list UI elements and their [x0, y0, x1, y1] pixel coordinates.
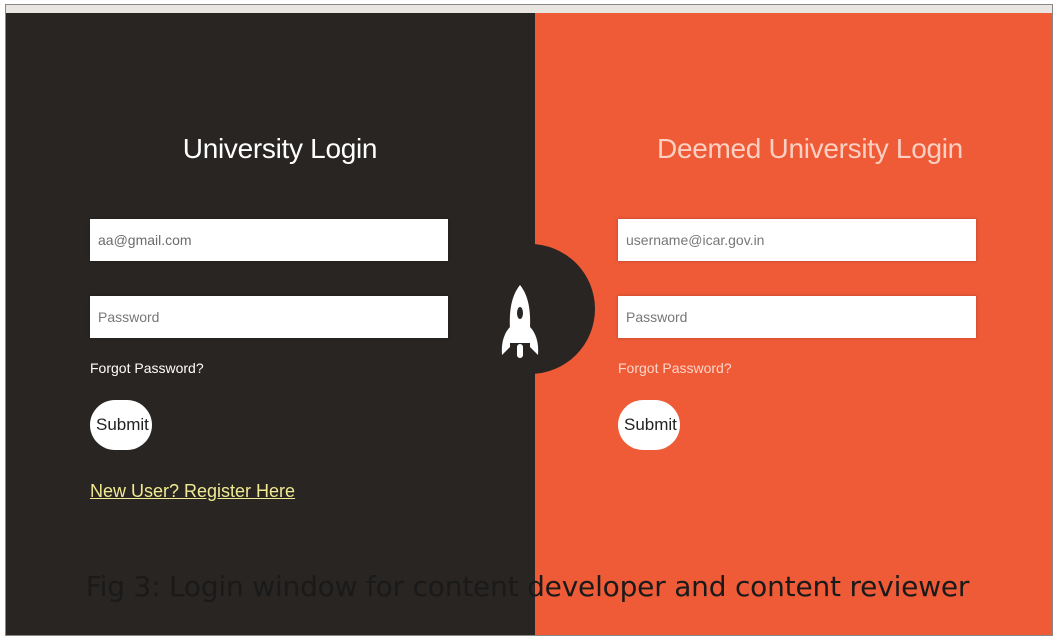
deemed-forgot-password-link[interactable]: Forgot Password?	[618, 360, 732, 376]
register-link[interactable]: New User? Register Here	[90, 481, 295, 502]
figure-caption: Fig 3: Login window for content develope…	[85, 570, 970, 603]
university-login-title: University Login	[182, 133, 378, 164]
top-band	[6, 5, 1052, 13]
login-window-frame: University Login Forgot Password? Submit…	[5, 4, 1053, 636]
rocket-icon	[501, 285, 539, 358]
deemed-password-input[interactable]	[618, 296, 976, 338]
university-password-input[interactable]	[90, 296, 448, 338]
university-login-panel: University Login Forgot Password? Submit…	[6, 13, 535, 635]
university-email-input[interactable]	[90, 219, 448, 261]
university-submit-button[interactable]: Submit	[90, 400, 152, 450]
deemed-university-login-panel: Deemed University Login Forgot Password?…	[535, 13, 1052, 635]
deemed-email-input[interactable]	[618, 219, 976, 261]
university-forgot-password-link[interactable]: Forgot Password?	[90, 360, 204, 376]
deemed-university-login-title: Deemed University Login	[657, 133, 963, 164]
deemed-submit-button[interactable]: Submit	[618, 400, 680, 450]
